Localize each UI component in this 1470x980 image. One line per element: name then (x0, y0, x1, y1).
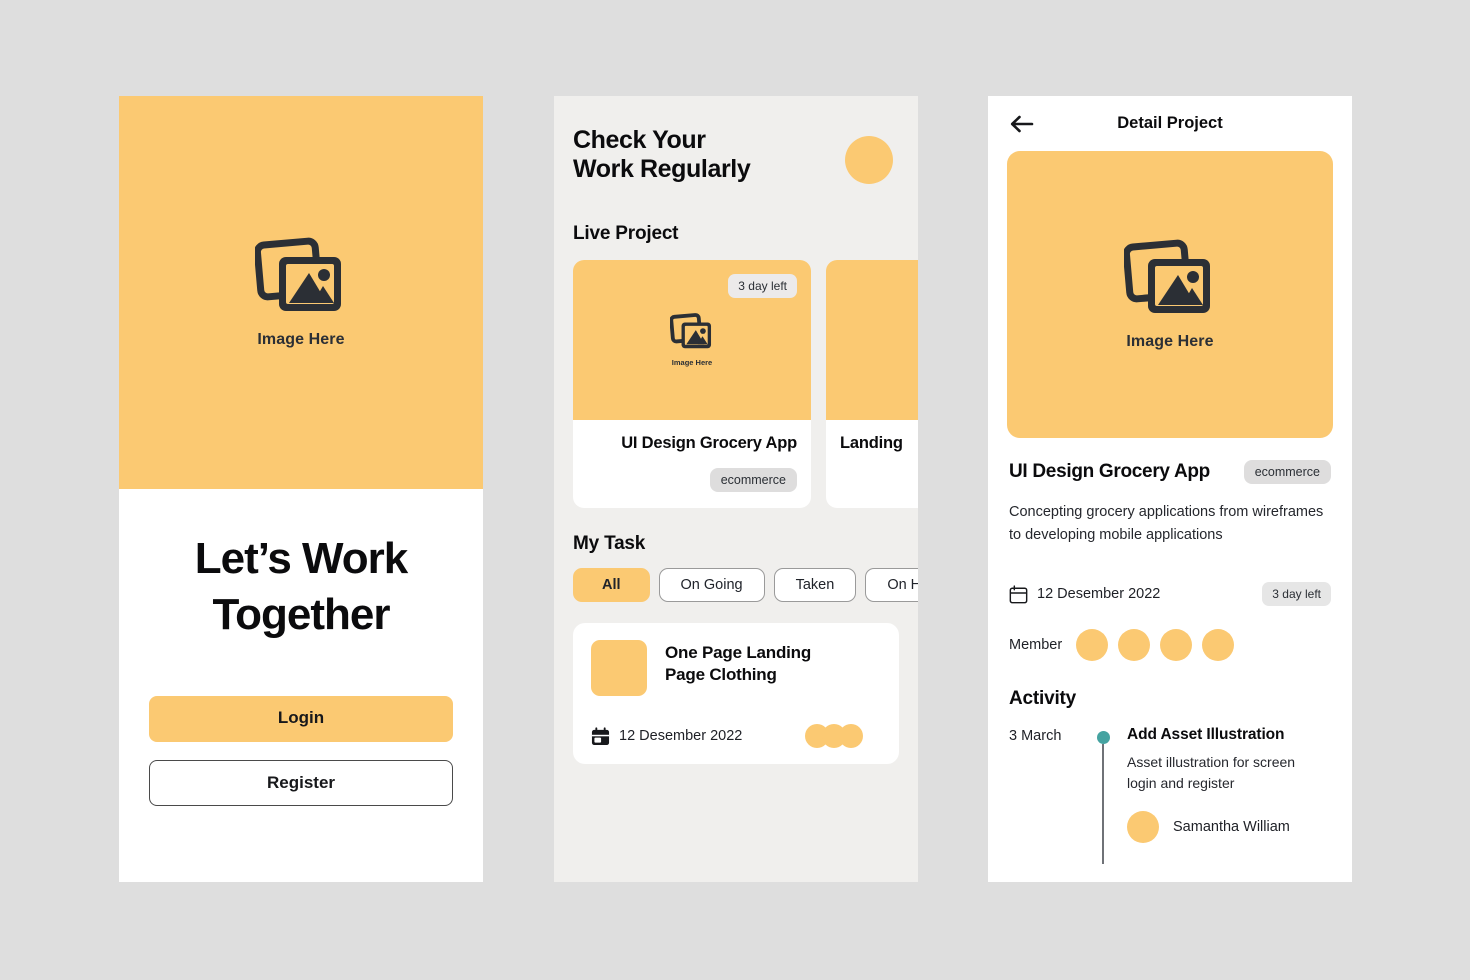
filter-chip-all[interactable]: All (573, 568, 650, 602)
task-name: One Page Landing Page Clothing (665, 643, 812, 685)
activity-user: Samantha William (1127, 810, 1295, 843)
image-placeholder-icon (255, 237, 341, 311)
project-description: Concepting grocery applications from wir… (1009, 504, 1324, 544)
project-name: UI Design Grocery App (1009, 461, 1210, 482)
design-canvas: Image Here Let’s Work Together Login Reg… (0, 0, 1470, 980)
avatar[interactable] (845, 136, 893, 184)
avatar (1076, 629, 1109, 662)
calendar-icon (1009, 585, 1028, 604)
image-placeholder-icon (1124, 239, 1210, 313)
activity-date: 3 March (1009, 728, 1062, 745)
member-avatars[interactable] (1076, 629, 1235, 662)
project-name: Landing (840, 434, 903, 452)
activity-content: Add Asset Illustration Asset illustratio… (1115, 726, 1295, 843)
arrow-left-icon[interactable] (1010, 115, 1034, 133)
hero-image-label: Image Here (1126, 332, 1214, 350)
filter-chip-on-hold[interactable]: On Hold (865, 568, 918, 602)
project-card[interactable]: 3 day left Image Here UI Design Grocery … (573, 260, 811, 508)
project-tag: ecommerce (709, 468, 797, 492)
avatar (1118, 629, 1151, 662)
avatar (1202, 629, 1235, 662)
status-badge: 3 day left (1262, 582, 1331, 607)
task-card-bottom: 12 Desember 2022 (591, 724, 881, 748)
onboarding-hero: Image Here (119, 96, 483, 489)
filter-chip-on-going[interactable]: On Going (658, 568, 765, 602)
dashboard-root: Check Your Work Regularly Live Project 3… (554, 96, 918, 882)
activity-heading: Activity (1009, 688, 1077, 710)
member-row: Member (1009, 629, 1331, 662)
phone-screen-dashboard: Check Your Work Regularly Live Project 3… (554, 96, 918, 882)
detail-hero: Image Here (1007, 151, 1333, 438)
project-tag: ecommerce (1243, 460, 1331, 484)
phone-screen-onboarding: Image Here Let’s Work Together Login Reg… (119, 96, 483, 882)
project-date-text: 12 Desember 2022 (1037, 586, 1161, 603)
task-card[interactable]: One Page Landing Page Clothing 12 Desemb… (573, 623, 899, 764)
avatar (839, 724, 863, 748)
calendar-icon (591, 726, 610, 745)
activity-item: 3 March Add Asset Illustration Asset ill… (1009, 726, 1331, 865)
onboarding-body: Let’s Work Together Login Register (119, 489, 483, 882)
task-filter-group[interactable]: All On Going Taken On Hold (573, 568, 918, 602)
activity-timeline-rail (1091, 726, 1115, 865)
avatar (1127, 810, 1159, 843)
project-card[interactable]: Landing (826, 260, 918, 508)
auth-button-stack: Login Register (149, 695, 453, 806)
image-placeholder-icon (670, 313, 712, 349)
my-task-heading: My Task (573, 533, 646, 554)
filter-chip-taken[interactable]: Taken (773, 568, 857, 602)
project-meta: Landing (826, 420, 918, 499)
detail-body: UI Design Grocery App ecommerce Concepti… (988, 438, 1352, 865)
project-meta: UI Design Grocery App ecommerce (573, 420, 811, 508)
activity-title: Add Asset Illustration (1127, 726, 1285, 744)
detail-date-row: 12 Desember 2022 3 day left (1009, 582, 1331, 607)
detail-title-row: UI Design Grocery App ecommerce (1009, 460, 1331, 484)
task-thumbnail (591, 640, 647, 696)
timeline-line (1102, 744, 1104, 865)
phone-screen-detail: Detail Project Image Here UI Design Groc… (988, 96, 1352, 882)
activity-detail: Asset illustration for screen login and … (1127, 754, 1296, 791)
login-button[interactable]: Login (149, 695, 453, 742)
task-member-avatars[interactable] (805, 724, 881, 748)
task-card-top: One Page Landing Page Clothing (591, 640, 881, 696)
hero-image-label: Image Here (257, 330, 345, 348)
dashboard-header: Check Your Work Regularly (573, 126, 899, 184)
project-thumbnail: 3 day left Image Here (573, 260, 811, 420)
project-date: 12 Desember 2022 (1009, 585, 1160, 604)
thumbnail-label: Image Here (671, 358, 713, 367)
register-button[interactable]: Register (149, 759, 453, 806)
live-project-heading: Live Project (573, 223, 679, 244)
detail-topbar: Detail Project (988, 96, 1352, 151)
project-name: UI Design Grocery App (621, 434, 797, 452)
page-title: Detail Project (1117, 114, 1223, 132)
task-date-text: 12 Desember 2022 (619, 728, 743, 744)
project-thumbnail (826, 260, 918, 420)
activity-user-name: Samantha William (1173, 818, 1290, 835)
page-title: Let’s Work Together (194, 534, 409, 640)
status-badge: 3 day left (728, 274, 797, 298)
dashboard-heading: Check Your Work Regularly (573, 126, 751, 183)
member-label: Member (1009, 637, 1063, 654)
task-date: 12 Desember 2022 (591, 726, 743, 746)
avatar (1160, 629, 1193, 662)
live-project-list[interactable]: 3 day left Image Here UI Design Grocery … (573, 260, 918, 508)
timeline-dot-icon (1096, 731, 1110, 745)
